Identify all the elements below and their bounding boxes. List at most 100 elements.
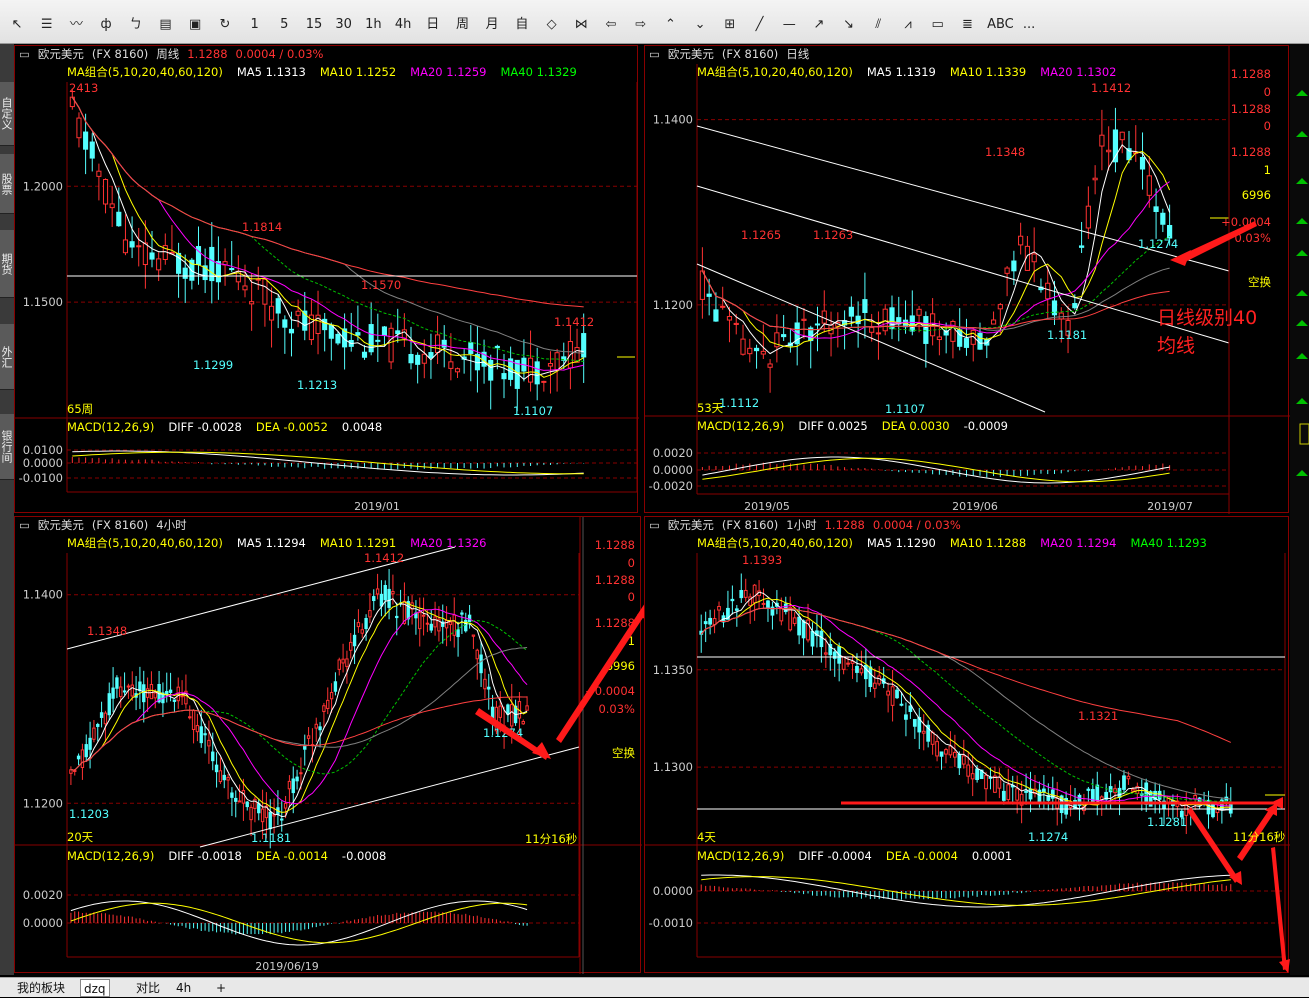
draw-line-icon[interactable]: ╱ — [747, 12, 773, 38]
bar-count-label: 53天 — [697, 401, 724, 415]
arrow-up-icon[interactable]: ⌃ — [657, 12, 683, 38]
sidebar-tab-1[interactable]: 股票 — [0, 154, 14, 214]
sidebar-tab-4[interactable]: 银行间 — [0, 414, 14, 480]
refresh-icon[interactable]: ↻ — [212, 12, 238, 38]
candle-body — [318, 726, 322, 731]
ray-icon[interactable]: ↗ — [806, 12, 832, 38]
candle-body — [349, 641, 353, 651]
candle-body — [747, 347, 753, 355]
candle-body — [280, 818, 284, 821]
toolbar-day-button[interactable]: 日 — [420, 12, 446, 38]
candle-body — [547, 363, 554, 367]
candle-body — [326, 699, 330, 709]
candle-body — [282, 319, 288, 328]
candle-body — [418, 611, 422, 630]
sidebar-tab-3[interactable]: 外汇 — [0, 324, 14, 390]
bottom-tab-2[interactable]: 对比 — [133, 979, 163, 997]
arrow-right-icon[interactable]: ⇨ — [628, 12, 654, 38]
line-chart-icon[interactable]: 〰 — [63, 12, 89, 38]
swing-low-label: 1.1213 — [297, 378, 337, 392]
toolbar-week-button[interactable]: 周 — [450, 12, 476, 38]
macd-tick-label: 0.0000 — [653, 884, 693, 898]
y-tick-label: 1.1200 — [653, 298, 693, 312]
toolbar-abc-button[interactable]: ABC — [984, 12, 1017, 38]
candlestick-icon[interactable]: ф — [93, 12, 119, 38]
ma5-line — [700, 591, 1231, 811]
cursor-icon[interactable]: ↖ — [4, 12, 30, 38]
h1-chart-canvas[interactable]: 1.1350 1.1300 0.0000 -0.0010 1.1393 1.1321 1.1… — [645, 517, 1290, 974]
zoom-in-icon[interactable]: ◇ — [539, 12, 565, 38]
add-tab-button[interactable]: + — [213, 979, 229, 997]
parallel-line-icon[interactable]: ⫽ — [865, 12, 891, 38]
f10-icon[interactable]: ▤ — [153, 12, 179, 38]
candle-body — [713, 309, 719, 322]
candle-body — [1041, 788, 1046, 793]
candle-body — [1117, 787, 1122, 798]
zoom-out-icon[interactable]: ⋈ — [568, 12, 594, 38]
h4-chart-canvas[interactable]: 1.1400 1.1200 0.0020 0.0000 1.1288 0 1.1288 0 1.… — [15, 517, 651, 974]
quote-value: 1 — [1264, 163, 1271, 177]
bottom-tab-0[interactable]: 我的板块 — [14, 979, 68, 997]
candle-body — [119, 686, 123, 698]
candle-body — [156, 258, 162, 271]
toolbar-month-button[interactable]: 月 — [479, 12, 505, 38]
daily-chart-panel[interactable]: ▭ 欧元美元 (FX 8160) 日线 MA组合(5,10,20,40,60,120)… — [644, 45, 1290, 514]
daily-chart-canvas[interactable]: 1.1400 1.1200 0.0020 0.0000 -0.0020 1.1288 0 1.… — [645, 46, 1290, 514]
save-icon[interactable]: ▣ — [182, 12, 208, 38]
sidebar-tab-2[interactable]: 期货 — [0, 230, 14, 298]
candle-body — [149, 252, 155, 260]
toolbar-custom-button[interactable]: 自 — [509, 12, 535, 38]
toolbar-p1h-button[interactable]: 1h — [360, 12, 386, 38]
down-ray-icon[interactable]: ↘ — [836, 12, 862, 38]
wave-icon[interactable]: ⩘ — [895, 12, 921, 38]
candle-body — [153, 692, 157, 699]
h1-chart-panel[interactable]: ▭ 欧元美元 (FX 8160) 1小时 1.1288 0.0004 / 0.03% MA… — [644, 516, 1290, 974]
toolbar-p30-button[interactable]: 30 — [331, 12, 357, 38]
candle-body — [1122, 775, 1126, 790]
toolbar-more-button[interactable]: ... — [1016, 12, 1042, 38]
quote-value: 0 — [1264, 85, 1271, 99]
candle-body — [541, 380, 547, 383]
candle-body — [909, 315, 915, 332]
fib-icon[interactable]: ≣ — [954, 12, 980, 38]
h4-chart-panel[interactable]: ▭ 欧元美元 (FX 8160) 4小时 MA组合(5,10,20,40,60,120… — [14, 516, 651, 974]
toolbar-p5-button[interactable]: 5 — [271, 12, 297, 38]
candle-body — [215, 261, 221, 283]
annotation-text-2: 均线 — [1157, 335, 1195, 357]
rect-icon[interactable]: ▭ — [925, 12, 951, 38]
candle-body — [1018, 235, 1024, 246]
candle-body — [428, 352, 434, 359]
candle-body — [1031, 253, 1037, 263]
weekly-chart-panel[interactable]: ▭ 欧元美元 (FX 8160) 周线 1.1288 0.0004 / 0.03% MA组… — [14, 45, 639, 514]
candle-body — [408, 353, 414, 364]
toolbar-p15-button[interactable]: 15 — [301, 12, 327, 38]
weekly-chart-canvas[interactable]: 1.2000 1.1500 0.01000.0000-0.0100 2413 1.181… — [15, 46, 639, 514]
candle-body — [234, 797, 238, 802]
arrow-left-icon[interactable]: ⇦ — [598, 12, 624, 38]
sidebar-tab-0[interactable]: 自定义 — [0, 82, 14, 146]
macd-tick-label: -0.0100 — [19, 471, 63, 485]
toolbar-p1-button[interactable]: 1 — [242, 12, 268, 38]
bar-count-label: 4天 — [697, 830, 716, 844]
arrow-down-icon[interactable]: ⌄ — [687, 12, 713, 38]
candle-body — [1085, 205, 1091, 229]
timeshare-icon[interactable]: ㄅ — [123, 12, 149, 38]
layout-icon[interactable]: ⊞ — [717, 12, 743, 38]
candle-body — [1095, 784, 1100, 801]
candle-body — [142, 242, 148, 266]
ma60-line — [700, 607, 1231, 800]
candle-body — [136, 245, 142, 248]
bottom-tab-3[interactable]: 4h — [173, 979, 194, 997]
bottom-tab-1[interactable]: dzq — [80, 979, 110, 997]
ma120-line — [70, 696, 528, 771]
annotation-text: 日线级别40 — [1157, 307, 1257, 329]
swing-high-label: 1.1393 — [742, 553, 782, 567]
toolbar-p4h-button[interactable]: 4h — [390, 12, 416, 38]
candle-body — [242, 285, 248, 291]
horizontal-line-icon[interactable]: — — [776, 12, 802, 38]
candle-body — [287, 780, 292, 790]
candle-body — [957, 329, 963, 347]
candle-body — [211, 751, 215, 762]
list-icon[interactable]: ☰ — [34, 12, 60, 38]
candle-body — [207, 739, 211, 747]
